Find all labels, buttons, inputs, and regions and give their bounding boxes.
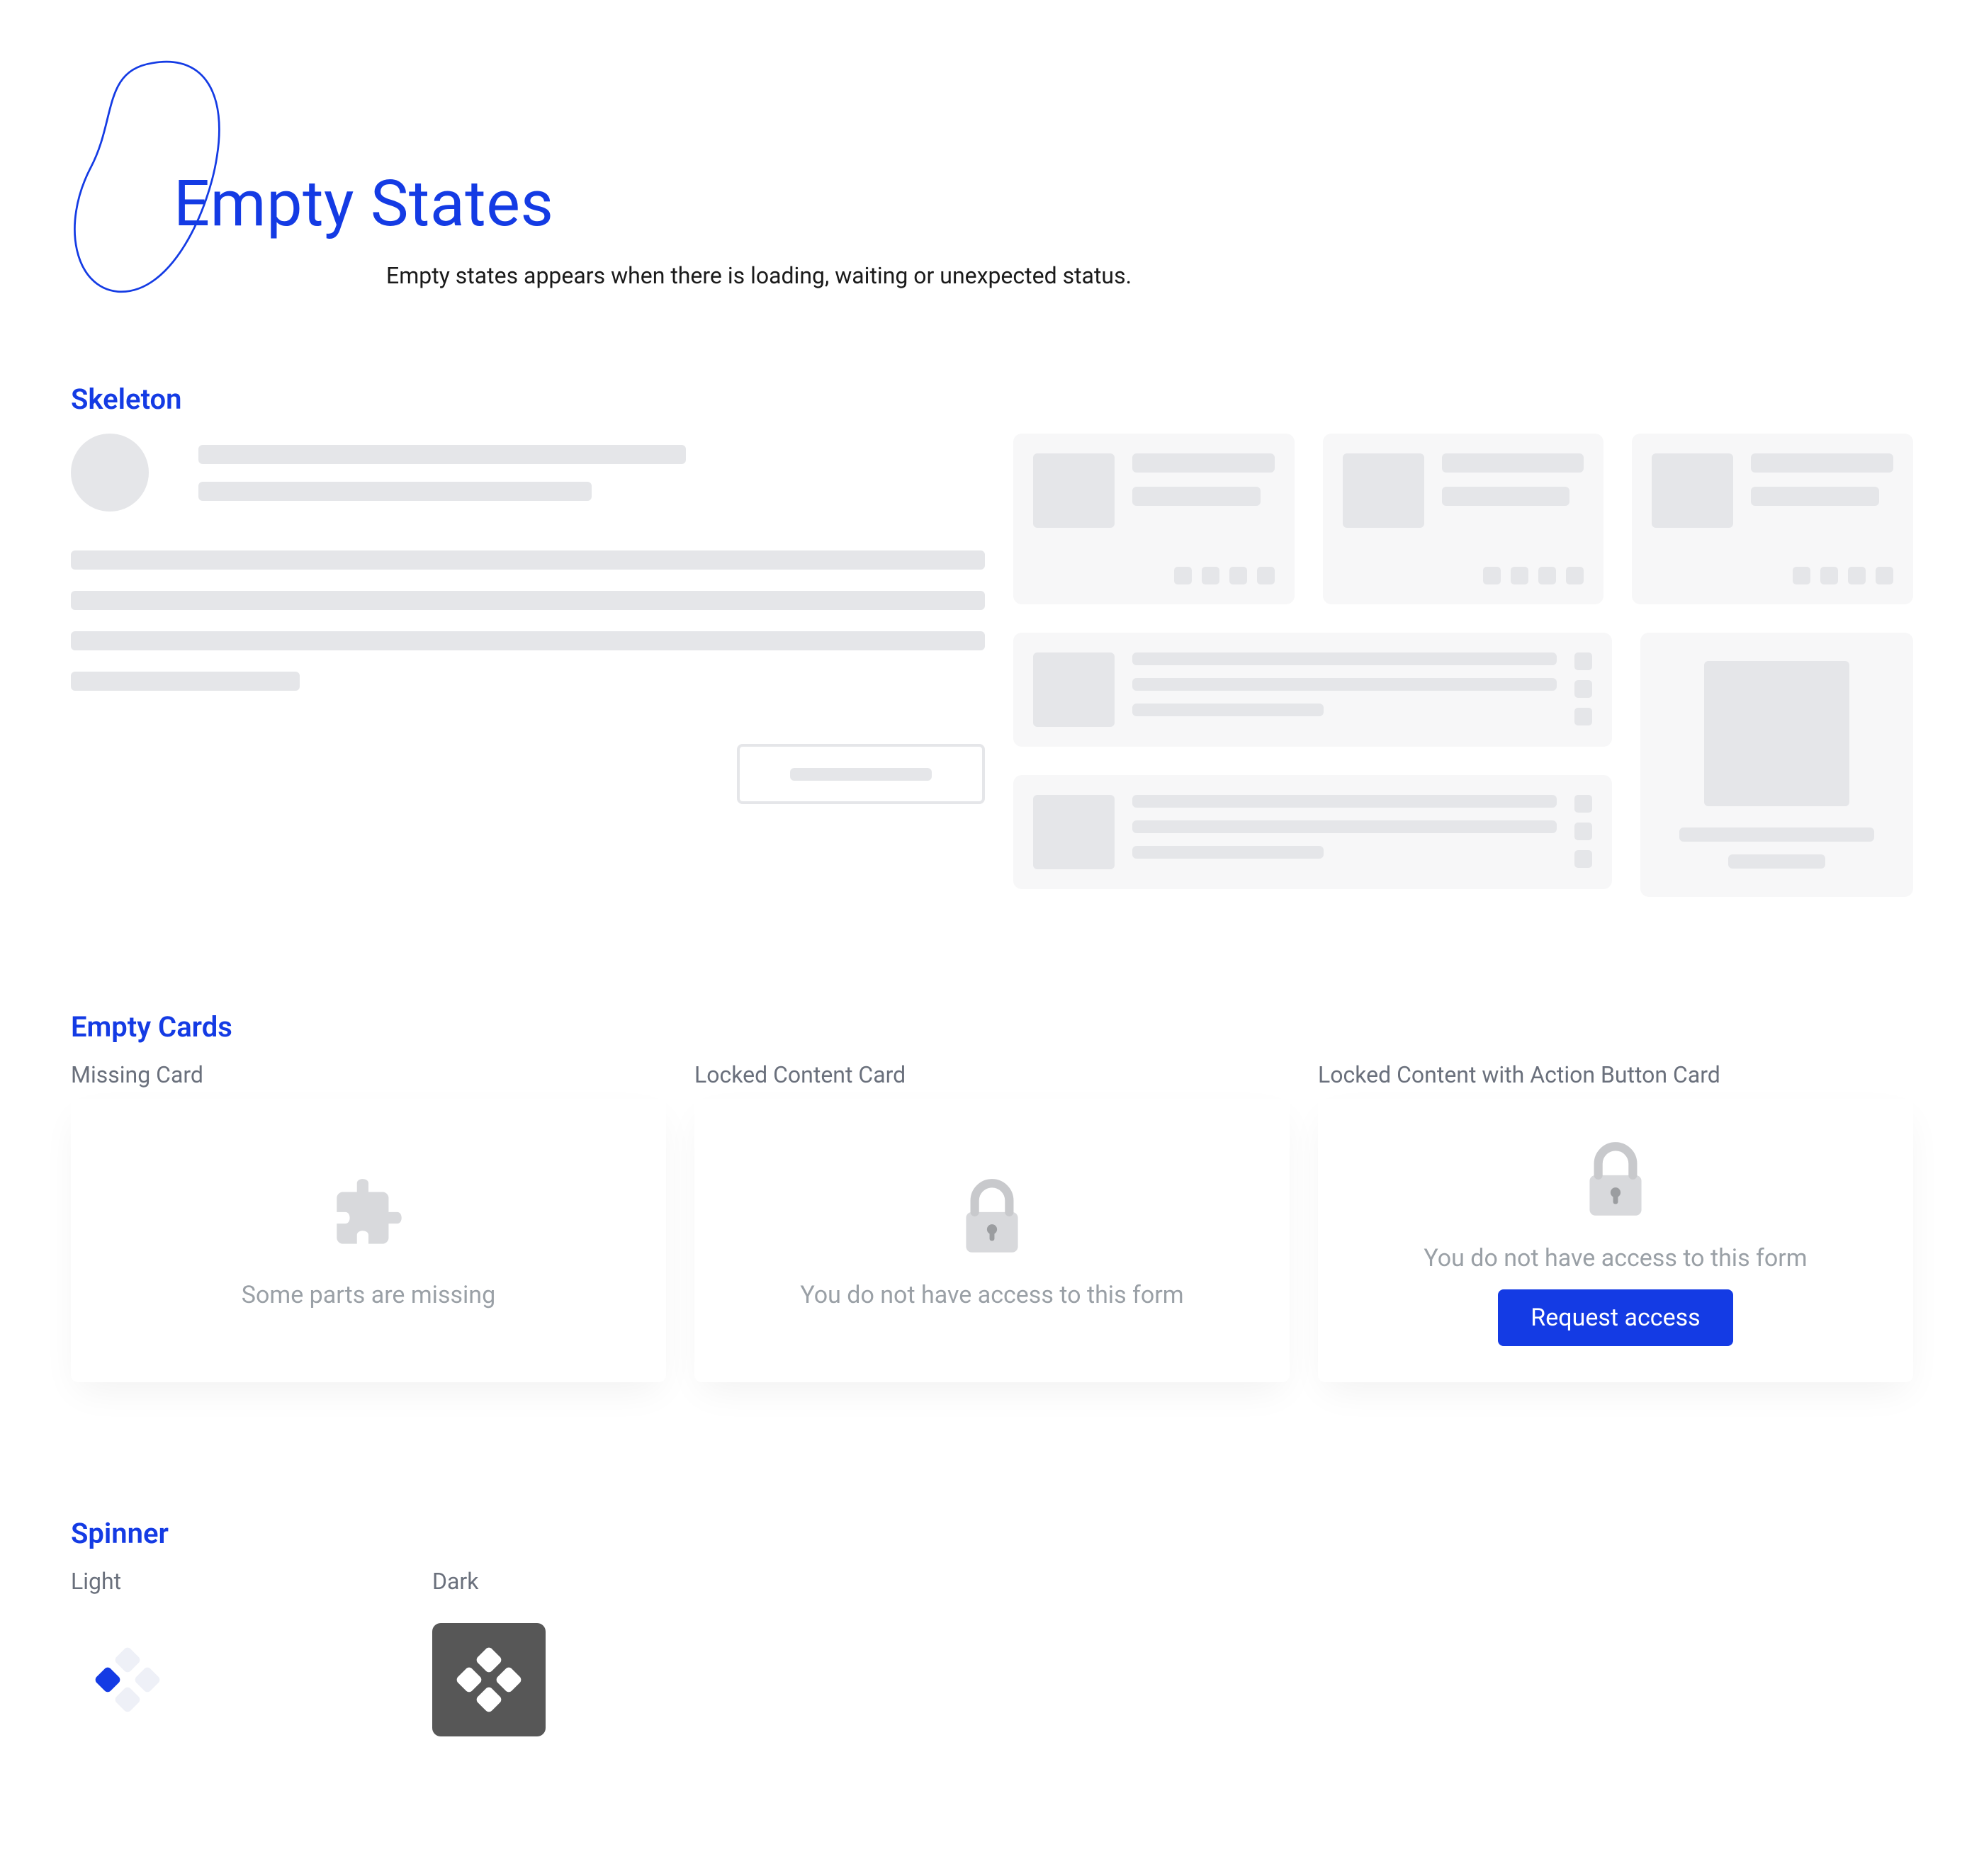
skeleton-avatar	[71, 434, 149, 512]
skeleton-image	[1704, 661, 1849, 806]
skeleton-square	[1033, 795, 1115, 869]
variant-label: Dark	[432, 1568, 546, 1595]
skeleton-dot	[1574, 708, 1592, 725]
page-title: Empty States	[174, 166, 553, 241]
skeleton-dot	[1793, 567, 1810, 584]
skeleton-dot	[1538, 567, 1556, 584]
skeleton-dot	[1848, 567, 1866, 584]
section-heading-skeleton: Skeleton	[71, 383, 1913, 416]
skeleton-dot	[1574, 680, 1592, 698]
spinner-light	[71, 1623, 184, 1736]
page-subtitle: Empty states appears when there is loadi…	[386, 262, 1132, 289]
skeleton-article	[71, 434, 985, 804]
skeleton-bar	[1132, 487, 1261, 506]
skeleton-bar	[1132, 846, 1324, 859]
variant-label: Locked Content Card	[694, 1061, 1290, 1088]
skeleton-bar	[71, 591, 985, 610]
skeleton-panels	[1013, 434, 1913, 897]
skeleton-bar	[1132, 820, 1557, 833]
skeleton-dot	[1202, 567, 1219, 584]
spinner-variant-light: Light	[71, 1568, 184, 1736]
skeleton-bar	[198, 445, 686, 464]
skeleton-dot	[1511, 567, 1528, 584]
variant-label: Locked Content with Action Button Card	[1318, 1061, 1913, 1088]
request-access-button[interactable]: Request access	[1498, 1289, 1732, 1346]
skeleton-bar	[1132, 704, 1324, 716]
empty-card-variant-missing: Missing Card Some parts are missing	[71, 1061, 666, 1382]
skeleton-bar	[71, 672, 300, 691]
section-heading-empty-cards: Empty Cards	[71, 1010, 1913, 1044]
empty-card-message: Some parts are missing	[242, 1281, 495, 1309]
puzzle-piece-icon	[322, 1172, 415, 1264]
skeleton-dot	[1229, 567, 1247, 584]
empty-card-variant-locked: Locked Content Card You do not have acce…	[694, 1061, 1290, 1382]
section-heading-spinner: Spinner	[71, 1517, 1913, 1550]
skeleton-bar	[1728, 854, 1826, 869]
skeleton-examples	[71, 434, 1913, 897]
skeleton-bar	[1132, 652, 1557, 665]
skeleton-bar	[1442, 487, 1570, 506]
skeleton-big-card	[1640, 633, 1913, 897]
skeleton-bar	[1751, 487, 1879, 506]
skeleton-dot	[1820, 567, 1838, 584]
skeleton-bar	[1679, 827, 1874, 842]
skeleton-list-panel	[1013, 633, 1612, 747]
skeleton-dot	[1174, 567, 1192, 584]
spinner-dark	[432, 1623, 546, 1736]
skeleton-dot	[1257, 567, 1275, 584]
spinner-icon	[461, 1651, 517, 1708]
skeleton-panel	[1323, 434, 1604, 604]
skeleton-dot	[1483, 567, 1501, 584]
skeleton-square	[1033, 652, 1115, 727]
skeleton-input	[737, 744, 985, 804]
variant-label: Light	[71, 1568, 184, 1595]
empty-card-variant-locked-action: Locked Content with Action Button Card Y…	[1318, 1061, 1913, 1382]
locked-action-card: You do not have access to this form Requ…	[1318, 1099, 1913, 1382]
lock-icon	[1569, 1135, 1662, 1227]
skeleton-square	[1033, 453, 1115, 528]
skeleton-bar	[1132, 795, 1557, 808]
skeleton-bar	[1442, 453, 1584, 473]
skeleton-dot	[1574, 850, 1592, 868]
lock-icon	[946, 1172, 1038, 1264]
spinner-variant-dark: Dark	[432, 1568, 546, 1736]
skeleton-bar	[71, 550, 985, 570]
skeleton-bar	[1751, 453, 1893, 473]
empty-card-message: You do not have access to this form	[1424, 1244, 1807, 1272]
skeleton-dot	[1566, 567, 1584, 584]
skeleton-bar	[1132, 453, 1275, 473]
skeleton-square	[1343, 453, 1424, 528]
hero: Empty States Empty states appears when t…	[71, 35, 1913, 312]
empty-cards-row: Missing Card Some parts are missing Lock…	[71, 1061, 1913, 1382]
skeleton-bar	[790, 768, 932, 781]
skeleton-bar	[1132, 678, 1557, 691]
spinner-icon	[99, 1651, 156, 1708]
skeleton-square	[1652, 453, 1733, 528]
skeleton-bar	[71, 631, 985, 650]
skeleton-dot	[1876, 567, 1893, 584]
skeleton-bar	[198, 482, 592, 501]
empty-card-message: You do not have access to this form	[800, 1281, 1183, 1309]
skeleton-dot	[1574, 652, 1592, 670]
skeleton-list-panel	[1013, 775, 1612, 889]
skeleton-dot	[1574, 795, 1592, 813]
skeleton-dot	[1574, 823, 1592, 840]
variant-label: Missing Card	[71, 1061, 666, 1088]
missing-card: Some parts are missing	[71, 1099, 666, 1382]
skeleton-panel	[1013, 434, 1295, 604]
skeleton-panel	[1632, 434, 1913, 604]
spinner-row: Light Dark	[71, 1568, 1913, 1736]
locked-card: You do not have access to this form	[694, 1099, 1290, 1382]
